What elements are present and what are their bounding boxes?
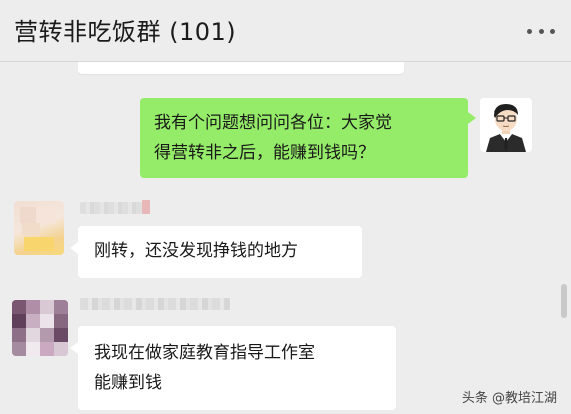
member-name-blurred-mark	[142, 200, 150, 214]
message-text-line: 我现在做家庭教育指导工作室	[94, 343, 315, 363]
chat-header: 营转非吃饭群 (101)	[0, 0, 571, 62]
member-name-blurred	[80, 298, 230, 310]
member-name-blurred	[80, 202, 142, 214]
cartoon-man-avatar-icon	[480, 98, 532, 152]
dot	[527, 28, 532, 34]
dot	[538, 28, 544, 34]
more-dots-icon[interactable]	[527, 26, 555, 36]
message-text-line: 我有个问题想问问各位：大家觉	[154, 113, 392, 133]
member-avatar[interactable]	[14, 201, 64, 255]
dot	[550, 28, 555, 34]
message-text-line: 刚转，还没发现挣钱的地方	[94, 241, 298, 261]
member-message-bubble[interactable]: 刚转，还没发现挣钱的地方	[70, 226, 362, 278]
message-text-line: 能赚到钱	[94, 373, 162, 393]
self-message-bubble[interactable]: 我有个问题想问问各位：大家觉 得营转非之后，能赚到钱吗？	[140, 98, 476, 178]
member-avatar[interactable]	[12, 300, 68, 356]
member-message-bubble[interactable]: 我现在做家庭教育指导工作室 能赚到钱	[70, 326, 396, 410]
self-avatar[interactable]	[480, 98, 532, 152]
previous-message-bubble[interactable]	[78, 62, 404, 74]
chat-title: 营转非吃饭群 (101)	[14, 18, 237, 46]
watermark-text: 头条 @教培江湖	[461, 391, 557, 406]
message-text-line: 得营转非之后，能赚到钱吗？	[154, 143, 375, 163]
chat-scrollbar[interactable]	[561, 284, 567, 318]
